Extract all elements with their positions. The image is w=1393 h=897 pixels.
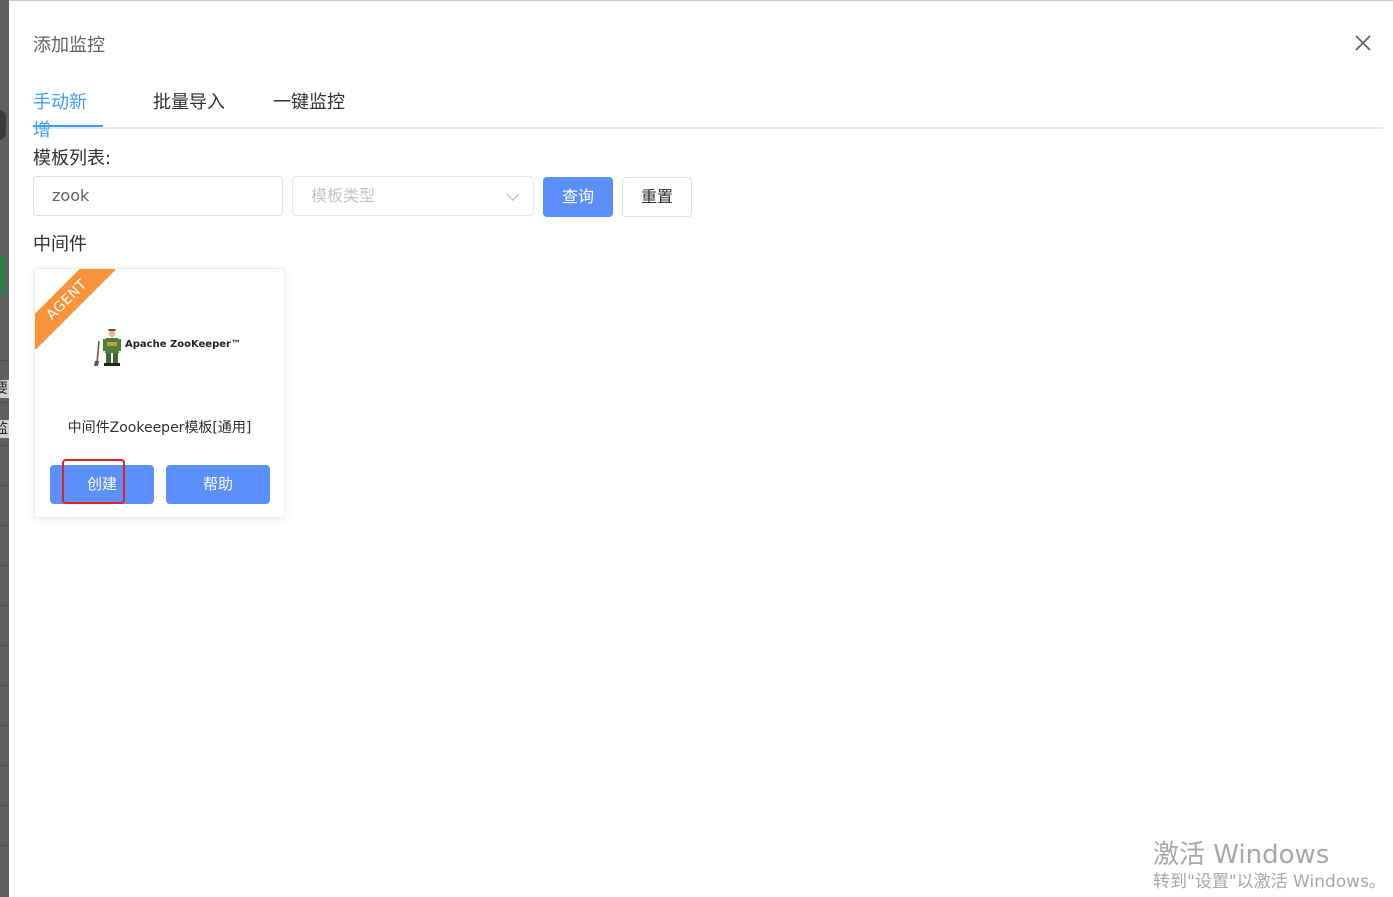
background-shape (0, 255, 6, 295)
windows-activation-watermark: 激活 Windows 转到"设置"以激活 Windows。 (1153, 839, 1386, 893)
category-title: 中间件 (33, 234, 87, 255)
background-divider (0, 605, 9, 606)
template-name: 中间件Zookeeper模板[通用] (67, 420, 252, 436)
background-divider (0, 645, 9, 646)
query-button[interactable]: 查询 (543, 177, 613, 217)
background-divider (0, 845, 9, 846)
tab-one-click-monitor[interactable]: 一键监控 (273, 89, 345, 127)
background-divider (0, 360, 9, 361)
background-divider (0, 402, 9, 403)
dialog-title: 添加监控 (33, 35, 105, 56)
background-divider (0, 445, 9, 446)
create-button[interactable]: 创建 (50, 465, 154, 504)
background-shape (0, 110, 6, 140)
background-divider (0, 685, 9, 686)
chevron-down-icon (506, 193, 520, 201)
background-divider (0, 765, 9, 766)
template-search-input[interactable]: zook (33, 176, 283, 216)
template-type-select[interactable]: 模板类型 (292, 176, 534, 216)
background-divider (0, 485, 9, 486)
zookeeper-logo-text: Apache ZooKeeper™ (125, 339, 241, 350)
tab-batch-import[interactable]: 批量导入 (153, 89, 225, 127)
tab-manual-add[interactable]: 手动新增 (33, 89, 103, 141)
help-button[interactable]: 帮助 (166, 465, 270, 504)
close-button[interactable] (1351, 31, 1375, 55)
background-text-fragment: 要 (0, 380, 9, 398)
background-divider (0, 805, 9, 806)
tab-bar: 手动新增 批量导入 一键监控 (33, 89, 1383, 141)
background-divider (0, 725, 9, 726)
add-monitor-dialog: 添加监控 手动新增 批量导入 一键监控 模板列表: zook 模板类型 查询 重… (9, 0, 1393, 897)
background-divider (0, 525, 9, 526)
watermark-line-1: 激活 Windows (1153, 840, 1330, 870)
template-type-placeholder: 模板类型 (311, 186, 376, 205)
background-text-fragment: 监 (0, 420, 9, 438)
close-icon (1355, 35, 1371, 51)
background-page: 要 监 (0, 0, 9, 897)
watermark-line-2: 转到"设置"以激活 Windows。 (1153, 872, 1386, 892)
reset-button[interactable]: 重置 (622, 177, 692, 217)
template-card: AGENT Apache ZooKeeper™ 中间件Zookeeper模板[通… (34, 268, 285, 518)
background-divider (0, 565, 9, 566)
template-list-label: 模板列表: (33, 148, 112, 169)
